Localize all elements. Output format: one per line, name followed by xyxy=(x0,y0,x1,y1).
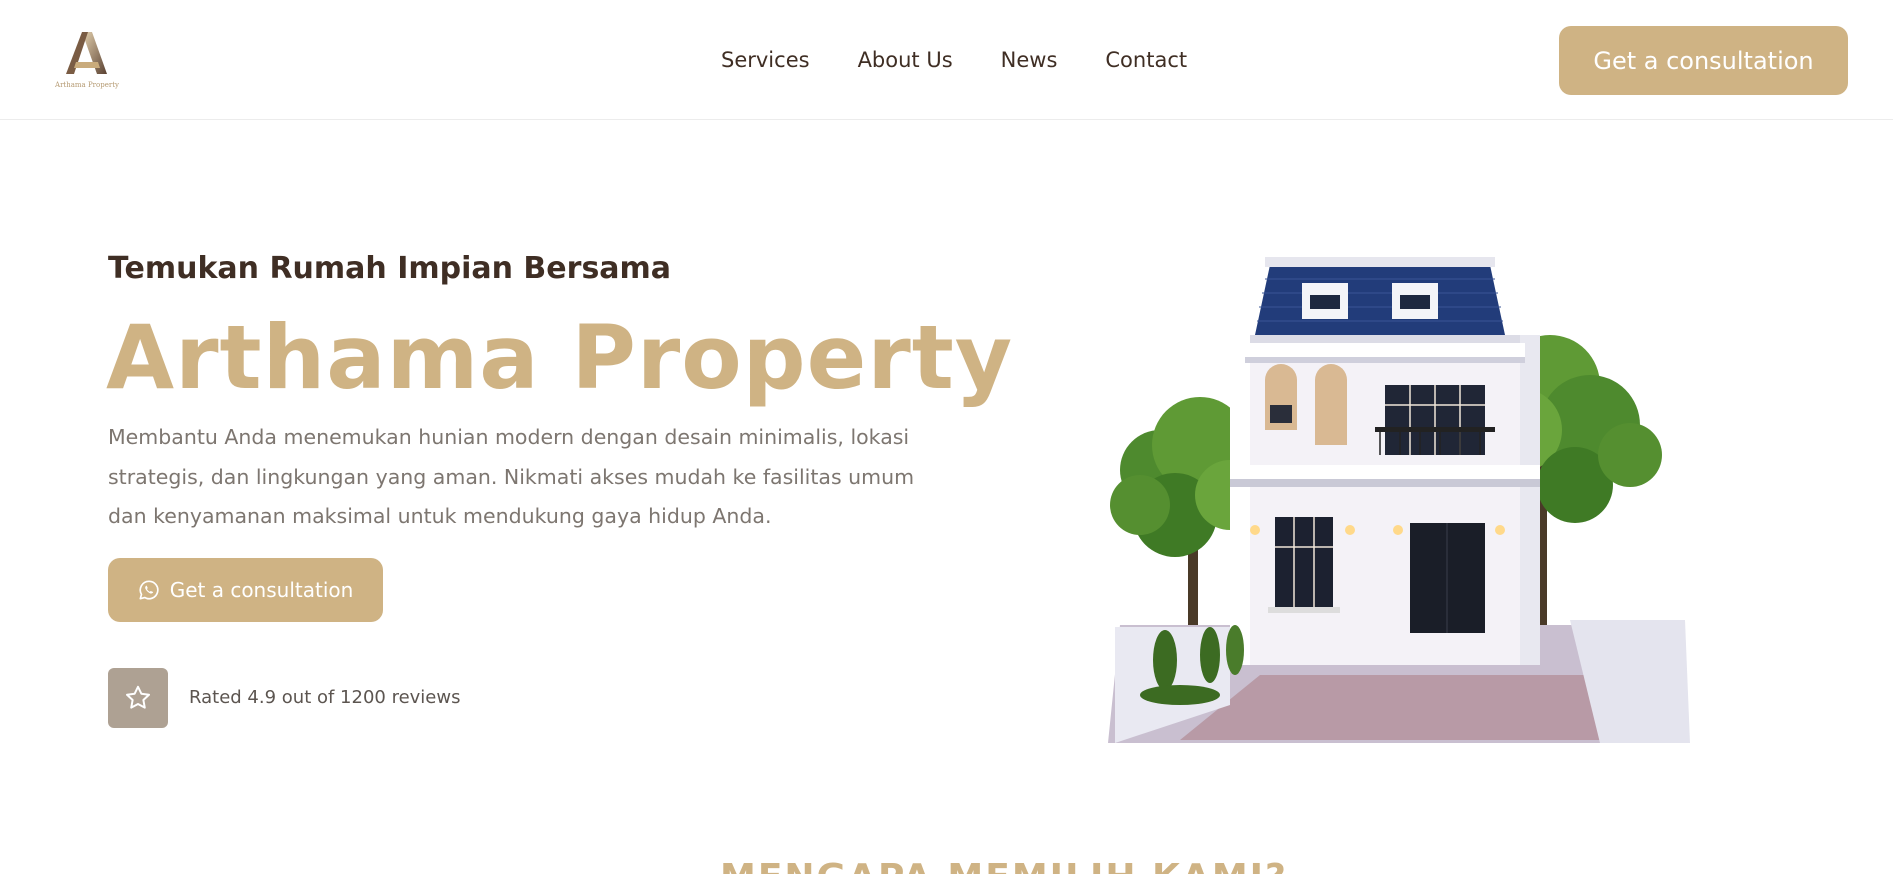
hero-subtitle: Temukan Rumah Impian Bersama xyxy=(108,251,672,286)
star-icon xyxy=(126,685,150,709)
hero-title: Arthama Property xyxy=(106,306,1014,409)
next-section-heading: MENGAPA MEMILIH KAMI? xyxy=(720,858,1288,874)
logo[interactable]: Arthama Property xyxy=(52,30,122,92)
rating-text: Rated 4.9 out of 1200 reviews xyxy=(189,687,461,708)
logo-mark-icon xyxy=(66,32,107,74)
nav-contact[interactable]: Contact xyxy=(1105,47,1187,73)
nav-services[interactable]: Services xyxy=(721,47,810,73)
nav-about-us[interactable]: About Us xyxy=(858,47,953,73)
logo-text: Arthama Property xyxy=(55,81,119,89)
house-image xyxy=(1080,255,1690,745)
header-consultation-button[interactable]: Get a consultation xyxy=(1559,26,1848,95)
hero-consultation-button[interactable]: Get a consultation xyxy=(108,558,383,622)
nav-news[interactable]: News xyxy=(1001,47,1058,73)
hero-description: Membantu Anda menemukan hunian modern de… xyxy=(108,425,915,528)
hero-consultation-label: Get a consultation xyxy=(169,578,354,602)
whatsapp-icon xyxy=(138,579,160,601)
site-header: Arthama Property Services About Us News … xyxy=(0,0,1893,120)
main-nav: Services About Us News Contact xyxy=(721,47,1187,73)
rating-badge xyxy=(108,668,168,728)
